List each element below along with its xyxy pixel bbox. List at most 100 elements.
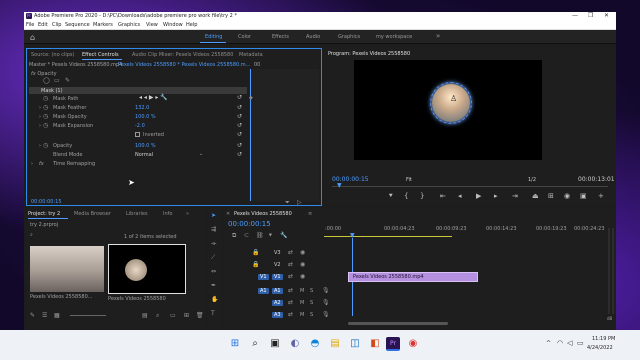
time-remapping-expand-icon[interactable]: › (31, 161, 33, 167)
insert-sequence-nested-icon[interactable]: ⧉ (232, 232, 236, 240)
step-back-icon[interactable]: ◂ (458, 192, 462, 200)
tab-effect-controls[interactable]: Effect Controls (82, 52, 119, 58)
a1-mute-button[interactable]: M (300, 288, 304, 294)
v2-label[interactable]: V2 (272, 262, 283, 268)
workspace-graphics[interactable]: Graphics (338, 34, 360, 40)
mark-in-icon[interactable]: { (404, 192, 408, 200)
mask-expansion-stopwatch-icon[interactable]: ◷ (43, 122, 48, 129)
v2-sync-icon[interactable]: ⇄ (288, 261, 293, 268)
project-search-icon[interactable]: ⌕ (30, 232, 33, 238)
inverted-checkbox[interactable] (135, 132, 140, 137)
button-editor-icon[interactable]: + (598, 192, 604, 200)
timeline-menu-icon[interactable]: ≡ (308, 211, 312, 217)
v1-sync-icon[interactable]: ⇄ (288, 273, 293, 280)
work-area-bar[interactable] (324, 236, 452, 237)
go-to-in-icon[interactable]: ⇤ (440, 192, 446, 200)
tab-libraries[interactable]: Libraries (126, 211, 148, 217)
play-icon[interactable]: ▶ (476, 192, 481, 200)
store-icon[interactable]: ◫ (348, 337, 362, 351)
blend-mode-dropdown-icon[interactable]: ⌄ (199, 151, 203, 157)
tray-overflow-icon[interactable]: ^ (546, 340, 551, 347)
premiere-taskbar-icon[interactable]: Pr (386, 337, 400, 351)
mask-row[interactable]: Mask (1) (29, 87, 247, 94)
sequence-clip-label[interactable]: Pexels Videos 2558580 * Pexels Videos 25… (118, 62, 250, 68)
list-view-icon[interactable]: ☰ (42, 312, 47, 319)
tab-info[interactable]: Info (163, 211, 172, 217)
reset-blend-mode-icon[interactable]: ↺ (237, 151, 242, 158)
chrome-icon[interactable]: ◉ (406, 337, 420, 351)
menu-help[interactable]: Help (186, 22, 197, 28)
mask-opacity-expand-icon[interactable]: › (39, 114, 41, 120)
menu-clip[interactable]: Clip (52, 22, 61, 28)
pencil-icon[interactable]: ✎ (30, 312, 35, 319)
battery-icon[interactable]: ▭ (577, 339, 584, 347)
a2-mute-button[interactable]: M (300, 300, 304, 306)
slip-tool-icon[interactable]: ⇔ (211, 268, 216, 275)
menu-markers[interactable]: Markers (93, 22, 113, 28)
v3-label[interactable]: V3 (272, 250, 283, 256)
v3-eye-icon[interactable]: ◉ (300, 249, 305, 256)
export-frame-icon[interactable]: ▷ (297, 199, 302, 206)
v1-source-patch[interactable]: V1 (258, 274, 269, 280)
linked-selection-icon[interactable]: ⛓ (256, 232, 264, 239)
taskbar-time[interactable]: 11:19 PM (592, 336, 615, 342)
v3-sync-icon[interactable]: ⇄ (288, 249, 293, 256)
a2-sync-icon[interactable]: ⇄ (288, 299, 293, 306)
keyframe-area[interactable]: ◆ (249, 69, 319, 201)
reset-mask-path-icon[interactable]: ↺ (237, 94, 242, 101)
v3-lock-icon[interactable]: 🔒 (252, 249, 259, 256)
tab-audio-clip-mixer[interactable]: Audio Clip Mixer: Pexels Videos 2558580 (132, 52, 233, 58)
home-icon[interactable]: ⌂ (30, 33, 35, 42)
blend-mode-select[interactable]: Normal (135, 152, 153, 158)
file-explorer-icon[interactable]: ▤ (328, 337, 342, 351)
taskbar-date[interactable]: 4/24/2022 (587, 345, 613, 351)
mask-opacity-value[interactable]: 100.0 % (135, 114, 156, 120)
wifi-icon[interactable]: ◠ (557, 339, 563, 347)
office-icon[interactable]: ◧ (368, 337, 382, 351)
timeline-timecode[interactable]: 00:00:00:15 (228, 220, 271, 228)
reset-mask-opacity-icon[interactable]: ↺ (237, 113, 242, 120)
go-to-out-icon[interactable]: ⇥ (512, 192, 518, 200)
video-clip[interactable]: Pexels Videos 2558580.mp4 (348, 272, 478, 282)
ec-playhead[interactable] (250, 69, 251, 201)
a1-solo-button[interactable]: S (310, 288, 313, 294)
a1-mic-icon[interactable]: 🎙 (322, 287, 330, 294)
add-marker-icon[interactable]: ⯆ (388, 192, 394, 201)
find-icon[interactable]: ⌕ (156, 312, 159, 320)
mask-feather-value[interactable]: 132.0 (135, 105, 149, 111)
reset-mask-expansion-icon[interactable]: ↺ (237, 122, 242, 129)
keyframe-marker-icon[interactable]: ◆ (249, 95, 253, 101)
menu-window[interactable]: Window (163, 22, 183, 28)
v2-eye-icon[interactable]: ◉ (300, 261, 305, 268)
timeline-horizontal-scrollbar[interactable] (348, 322, 448, 325)
hand-tool-icon[interactable]: ✋ (211, 296, 218, 303)
start-icon[interactable]: ⊞ (228, 337, 242, 351)
a3-solo-button[interactable]: S (310, 312, 313, 318)
a3-sync-icon[interactable]: ⇄ (288, 311, 293, 318)
a1-sync-icon[interactable]: ⇄ (288, 287, 293, 294)
icon-view-icon[interactable]: ▦ (54, 312, 60, 319)
mark-out-icon[interactable]: } (420, 192, 424, 200)
v1-eye-icon[interactable]: ◉ (300, 273, 305, 280)
type-tool-icon[interactable]: T (211, 310, 215, 317)
opacity-expand-icon[interactable]: › (39, 143, 41, 149)
program-viewer[interactable]: ♙ (354, 60, 542, 160)
a3-mute-button[interactable]: M (300, 312, 304, 318)
a3-label[interactable]: A3 (272, 312, 283, 318)
rectangle-mask-icon[interactable]: ▭ (54, 77, 60, 84)
mask-feather-stopwatch-icon[interactable]: ◷ (43, 104, 48, 111)
tab-project[interactable]: Project: try 2 (28, 211, 60, 217)
a2-mic-icon[interactable]: 🎙 (322, 299, 330, 306)
workspaces-overflow-icon[interactable]: » (436, 32, 440, 40)
v1-label[interactable]: V1 (272, 274, 283, 280)
extract-icon[interactable]: ⊞ (548, 192, 554, 200)
workspace-effects[interactable]: Effects (272, 34, 289, 40)
close-button[interactable]: ✕ (604, 12, 609, 19)
fit-select[interactable]: Fit (406, 177, 412, 183)
program-playhead-icon[interactable]: ▼ (337, 182, 342, 189)
resolution-select[interactable]: 1/2 (528, 177, 536, 183)
opacity-stopwatch-icon[interactable]: ◷ (43, 142, 48, 149)
mask-expansion-expand-icon[interactable]: › (39, 123, 41, 129)
ripple-edit-tool-icon[interactable]: ⟛ (211, 240, 216, 248)
lift-icon[interactable]: ⏏ (532, 192, 539, 200)
